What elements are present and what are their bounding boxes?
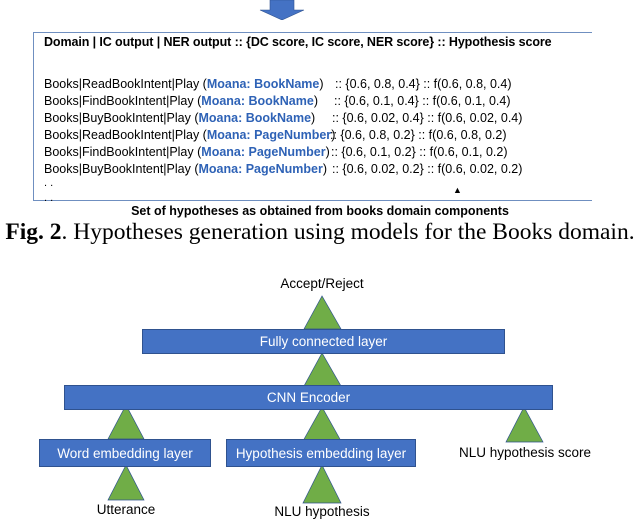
hypothesis-prefix: Books|ReadBookIntent|Play ( [44,77,207,91]
triangle-arrow-score-to-cnn [505,406,544,443]
figure-caption: Fig. 2. Hypotheses generation using mode… [0,219,640,246]
ellipsis: . . [44,192,54,204]
hypothesis-scores: :: {0.6, 0.8, 0.2} :: f(0.6, 0.8, 0.2) [330,128,507,142]
hypothesis-row: Books|ReadBookIntent|Play (Moana: BookNa… [44,76,512,92]
hypothesis-suffix: ) [325,145,330,159]
triangle-arrow-output [303,295,342,330]
hypothesis-entity: Moana: BookName [198,111,312,125]
hypothesis-suffix: ) [311,111,316,125]
hypotheses-header: Domain | IC output | NER output :: {DC s… [44,35,552,49]
triangle-arrow-nlu-hypothesis [302,464,342,504]
hypothesis-prefix: Books|FindBookIntent|Play ( [44,94,202,108]
hypothesis-prefix: Books|FindBookIntent|Play ( [44,145,202,159]
hypothesis-entity: Moana: PageNumber [206,128,332,142]
cnn-encoder-layer: CNN Encoder [64,385,553,410]
triangle-arrow-cnn-to-fc [303,352,342,387]
hypothesis-prefix: Books|ReadBookIntent|Play ( [44,128,207,142]
hypothesis-row: Books|BuyBookIntent|Play (Moana: BookNam… [44,110,522,126]
hypothesis-suffix: ) [322,162,328,176]
hypothesis-scores: :: {0.6, 0.02, 0.2} :: f(0.6, 0.02, 0.2) [332,162,523,176]
hypothesis-entity: Moana: BookName [201,94,314,108]
fully-connected-layer: Fully connected layer [142,329,505,354]
triangle-arrow-hyp-to-cnn [302,406,342,442]
figure-label: Fig. 2 [5,219,62,245]
triangle-arrow-utterance [107,464,145,501]
nlu-hypothesis-score-label: NLU hypothesis score [458,445,592,460]
triangle-arrow-word-to-cnn [107,404,145,440]
hypothesis-row: Books|BuyBookIntent|Play (Moana: PageNum… [44,161,522,177]
hypothesis-scores: :: {0.6, 0.02, 0.4} :: f(0.6, 0.02, 0.4) [332,111,523,125]
hypothesis-suffix: ) [319,77,324,91]
utterance-label: Utterance [96,502,156,517]
hypothesis-entity: Moana: BookName [206,77,320,91]
hypothesis-scores: :: {0.6, 0.1, 0.4} :: f(0.6, 0.1, 0.4) [334,94,511,108]
down-arrow-icon [259,0,305,20]
hypothesis-entity: Moana: PageNumber [201,145,326,159]
hypothesis-scores: :: {0.6, 0.8, 0.4} :: f(0.6, 0.8, 0.4) [335,77,512,91]
hypothesis-row: Books|ReadBookIntent|Play (Moana: PageNu… [44,127,507,143]
hypothesis-scores: :: {0.6, 0.1, 0.2} :: f(0.6, 0.1, 0.2) [331,145,508,159]
hypothesis-prefix: Books|BuyBookIntent|Play ( [44,111,199,125]
mouse-cursor-icon: ▲ [453,185,462,195]
nlu-hypothesis-label: NLU hypothesis [274,504,370,519]
hypothesis-suffix: ) [313,94,318,108]
word-embedding-layer: Word embedding layer [39,439,211,467]
panel-caption: Set of hypotheses as obtained from books… [131,204,509,218]
figure-caption-text: . Hypotheses generation using models for… [61,219,635,245]
hypothesis-row: Books|FindBookIntent|Play (Moana: BookNa… [44,93,511,109]
hypothesis-entity: Moana: PageNumber [198,162,323,176]
hypotheses-panel: Domain | IC output | NER output :: {DC s… [33,32,592,204]
output-label: Accept/Reject [280,276,364,291]
ellipsis: . . [44,177,54,189]
hypothesis-row: Books|FindBookIntent|Play (Moana: PageNu… [44,144,508,160]
hypothesis-embedding-layer: Hypothesis embedding layer [226,439,416,467]
hypothesis-prefix: Books|BuyBookIntent|Play ( [44,162,199,176]
